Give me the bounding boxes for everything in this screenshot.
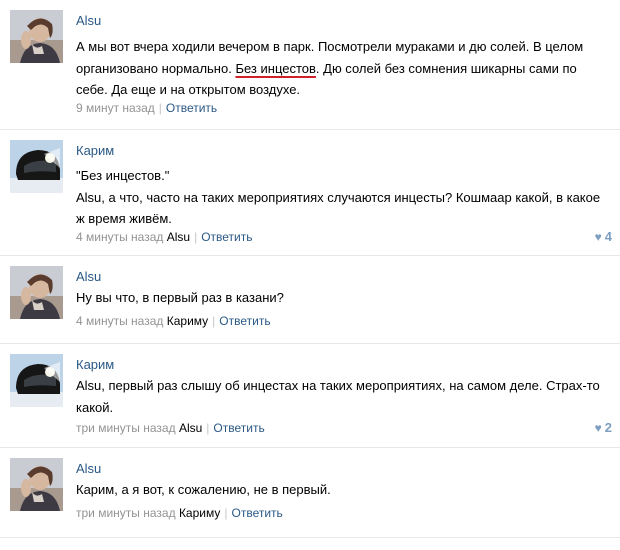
reply-link[interactable]: Ответить: [213, 421, 264, 435]
comment-author[interactable]: Alsu: [76, 13, 101, 28]
comment-meta: три минуты назад Кариму | Ответить: [76, 506, 283, 520]
comment-text: Карим, а я вот, к сожалению, не в первый…: [76, 479, 611, 501]
separator: |: [212, 314, 216, 328]
avatar-helmet-photo: [10, 354, 63, 407]
reply-to-name[interactable]: Alsu: [179, 421, 202, 435]
comment-text-part: Ну вы что, в первый раз в казани?: [76, 290, 284, 305]
like-count: 2: [604, 420, 612, 435]
comment-time[interactable]: 9 минут назад: [76, 101, 155, 115]
comment-meta: три минуты назад Alsu | Ответить: [76, 421, 265, 435]
heart-icon: ♥: [594, 421, 602, 435]
heart-icon: ♥: [594, 230, 602, 244]
comment-text: "Без инцестов." Alsu, а что, часто на та…: [76, 165, 611, 230]
reply-to-name[interactable]: Alsu: [167, 230, 190, 244]
like-button[interactable]: ♥ 4: [595, 229, 612, 244]
comments-feed: Alsu А мы вот вчера ходили вечером в пар…: [0, 0, 620, 550]
comment-meta: 9 минут назад | Ответить: [76, 101, 217, 115]
reply-to-name[interactable]: Кариму: [179, 506, 220, 520]
separator: |: [158, 101, 162, 115]
avatar-helmet-photo: [10, 140, 63, 193]
separator: |: [194, 230, 198, 244]
underlined-phrase: Без инцестов: [235, 60, 316, 76]
comment-item: Alsu А мы вот вчера ходили вечером в пар…: [0, 0, 620, 130]
quoted-text: "Без инцестов.": [76, 168, 170, 183]
avatar[interactable]: [10, 354, 63, 407]
comment-text-part: Карим, а я вот, к сожалению, не в первый…: [76, 482, 331, 497]
reply-link[interactable]: Ответить: [201, 230, 252, 244]
comment-text-part: Alsu, а что, часто на таких мероприятиях…: [76, 189, 601, 227]
reply-link[interactable]: Ответить: [166, 101, 217, 115]
comment-item: Карим Alsu, первый раз слышу об инцестах…: [0, 344, 620, 448]
separator: |: [224, 506, 228, 520]
comment-text: А мы вот вчера ходили вечером в парк. По…: [76, 36, 611, 101]
avatar[interactable]: [10, 140, 63, 193]
reply-link[interactable]: Ответить: [219, 314, 270, 328]
avatar-woman-photo: [10, 10, 63, 63]
comment-item: Alsu Карим, а я вот, к сожалению, не в п…: [0, 448, 620, 538]
comment-meta: 4 минуты назад Alsu | Ответить: [76, 230, 253, 244]
comment-text: Ну вы что, в первый раз в казани?: [76, 287, 611, 309]
reply-link[interactable]: Ответить: [232, 506, 283, 520]
comment-time[interactable]: три минуты назад: [76, 506, 176, 520]
like-count: 4: [604, 229, 612, 244]
reply-to-name[interactable]: Кариму: [167, 314, 208, 328]
avatar-woman-photo: [10, 266, 63, 319]
comment-item: Alsu Ну вы что, в первый раз в казани? 4…: [0, 256, 620, 344]
comment-author[interactable]: Alsu: [76, 461, 101, 476]
comment-item: Карим "Без инцестов." Alsu, а что, часто…: [0, 130, 620, 256]
comment-text: Alsu, первый раз слышу об инцестах на та…: [76, 375, 611, 418]
comment-meta: 4 минуты назад Кариму | Ответить: [76, 314, 271, 328]
avatar[interactable]: [10, 266, 63, 319]
comment-text-part: Alsu, первый раз слышу об инцестах на та…: [76, 378, 600, 415]
avatar-woman-photo: [10, 458, 63, 511]
like-button[interactable]: ♥ 2: [595, 420, 612, 435]
comment-author[interactable]: Карим: [76, 143, 114, 158]
comment-time[interactable]: 4 минуты назад: [76, 230, 163, 244]
comment-author[interactable]: Карим: [76, 357, 114, 372]
avatar[interactable]: [10, 10, 63, 63]
comment-time[interactable]: 4 минуты назад: [76, 314, 163, 328]
comment-author[interactable]: Alsu: [76, 269, 101, 284]
separator: |: [206, 421, 210, 435]
avatar[interactable]: [10, 458, 63, 511]
comment-time[interactable]: три минуты назад: [76, 421, 176, 435]
